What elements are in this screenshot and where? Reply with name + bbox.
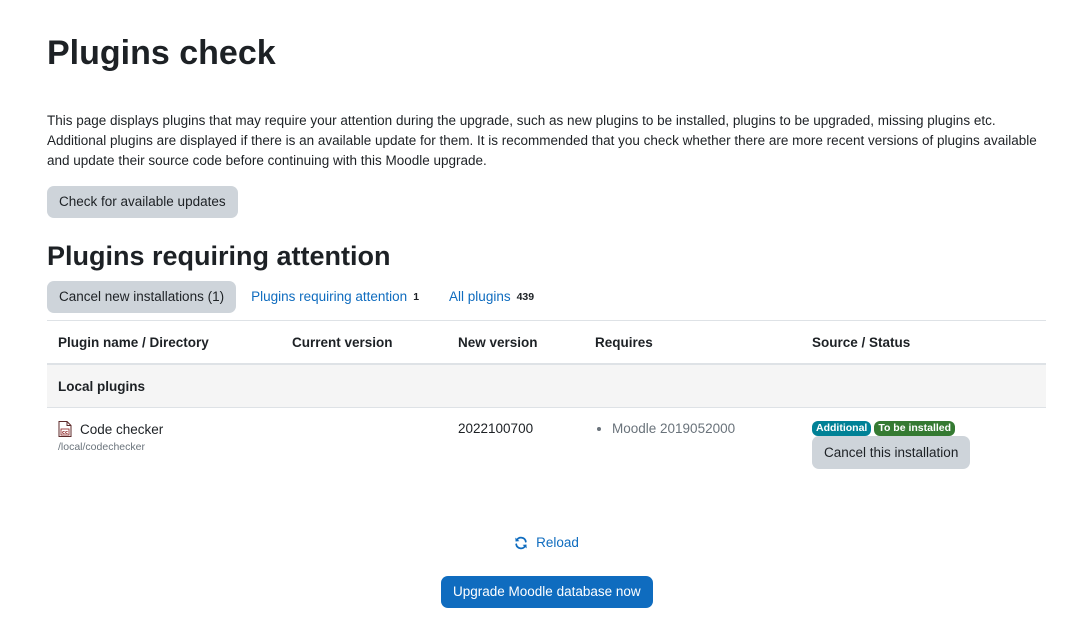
plugin-group-label: Local plugins [47,364,1046,408]
check-updates-button[interactable]: Check for available updates [47,186,238,218]
section-title: Plugins requiring attention [47,241,391,271]
file-icon: cc [58,421,72,437]
intro-text: This page displays plugins that may requ… [47,113,1037,168]
reload-link[interactable]: Reload [514,535,579,550]
requires-list: Moodle 2019052000 [595,421,790,436]
status-badges: Additional To be installed [812,421,1035,436]
requirement-item: Moodle 2019052000 [612,421,790,436]
tab-label: All plugins [449,289,511,304]
column-header: Current version [281,320,447,365]
plugin-filter-tabs: Cancel new installations (1) Plugins req… [47,280,534,313]
plugins-table: Plugin name / Directory Current version … [47,320,1046,483]
column-header: New version [447,320,584,365]
reload-label: Reload [536,535,579,550]
cancel-installation-button[interactable]: Cancel this installation [812,436,971,469]
plugin-group-row: Local plugins [47,364,1046,408]
tab-all-plugins[interactable]: All plugins 439 [449,289,534,304]
tab-count: 439 [516,290,535,303]
plugin-name-cell: cc Code checker /local/codechecker [47,408,281,483]
reload-section: Reload [47,535,1046,553]
status-badge: Additional [812,421,872,436]
tab-count: 1 [413,290,420,303]
page-title: Plugins check [47,34,276,72]
svg-text:cc: cc [62,430,68,436]
tab-label: Plugins requiring attention [251,289,408,304]
column-header: Plugin name / Directory [47,320,281,365]
table-row: cc Code checker /local/codechecker 20221… [47,408,1046,483]
column-header: Requires [584,320,801,365]
tab-cancel-new-installations[interactable]: Cancel new installations (1) [47,280,237,313]
upgrade-database-button[interactable]: Upgrade Moodle database now [441,576,653,608]
column-header: Source / Status [801,320,1046,365]
table-header-row: Plugin name / Directory Current version … [47,320,1046,365]
plugin-directory: /local/codechecker [58,441,145,453]
current-version-cell [281,408,447,483]
status-badge: To be installed [874,421,956,436]
plugin-name: Code checker [80,421,164,437]
tab-plugins-requiring-attention[interactable]: Plugins requiring attention 1 [251,289,419,304]
refresh-icon [515,536,527,549]
status-cell: Additional To be installed Cancel this i… [801,408,1046,483]
new-version-cell: 2022100700 [458,421,534,436]
requires-cell: Moodle 2019052000 [584,408,801,483]
